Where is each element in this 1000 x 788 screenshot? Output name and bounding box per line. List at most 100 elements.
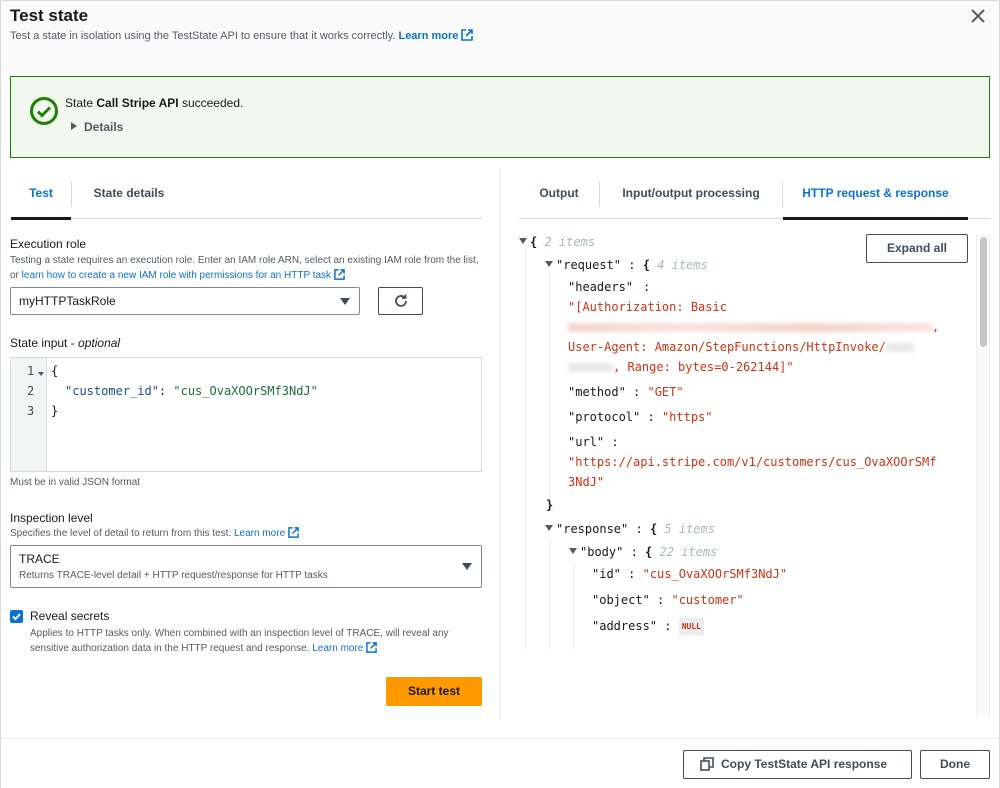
inspection-level-value: TRACE xyxy=(19,552,60,566)
reveal-secrets-checkbox[interactable] xyxy=(10,610,23,623)
scrollbar-track[interactable] xyxy=(976,234,990,717)
inspection-level-value-description: Returns TRACE-level detail + HTTP reques… xyxy=(19,570,328,581)
close-brace: } xyxy=(546,498,554,512)
reveal-secrets-desc-text: Applies to HTTP tasks only. When combine… xyxy=(30,628,449,654)
json-key: "id" xyxy=(592,567,621,581)
alert-prefix: State xyxy=(65,96,97,110)
tree-node-object: "object" : "customer" xyxy=(592,593,744,607)
copy-teststate-response-button[interactable]: Copy TestState API response xyxy=(683,750,912,779)
item-count: 4 items xyxy=(657,258,708,272)
json-key: "address" xyxy=(592,619,658,633)
alert-message: State Call Stripe API succeeded. xyxy=(65,96,243,110)
close-button[interactable] xyxy=(969,7,987,25)
open-brace: { xyxy=(642,258,650,272)
item-count: 22 items xyxy=(659,545,718,559)
optional-label: optional xyxy=(78,336,121,350)
redacted-text xyxy=(568,323,932,332)
user-agent-text: User-Agent: Amazon/StepFunctions/HttpInv… xyxy=(568,340,886,354)
tree-guide xyxy=(549,539,550,649)
json-string-value: 3NdJ" xyxy=(568,475,605,489)
json-colon: : xyxy=(643,280,651,294)
copy-button-label: Copy TestState API response xyxy=(721,757,888,771)
create-iam-role-link[interactable]: learn how to create a new IAM role with … xyxy=(21,269,345,281)
modal-title: Test state xyxy=(10,6,89,25)
state-input-editor[interactable]: 1 2 3 { "customer_id": "cus_OvaXOOrSMf3N… xyxy=(10,357,482,472)
collapse-triangle-icon[interactable] xyxy=(545,261,553,267)
json-key: "customer_id" xyxy=(65,384,159,398)
json-string-value: "cus_OvaXOOrSMf3NdJ" xyxy=(642,567,788,581)
code-line: } xyxy=(51,404,59,418)
json-key: "object" xyxy=(592,593,650,607)
alert-suffix: succeeded. xyxy=(178,96,244,110)
tree-node-protocol: "protocol" : "https" xyxy=(568,410,713,424)
state-input-label-text: State input - xyxy=(10,336,79,350)
learn-more-label: Learn more xyxy=(312,643,364,654)
done-button[interactable]: Done xyxy=(920,750,990,779)
json-string-value: "https" xyxy=(661,410,713,424)
create-iam-role-label: learn how to create a new IAM role with … xyxy=(21,270,332,281)
execution-role-select[interactable]: myHTTPTaskRole xyxy=(10,287,360,315)
fold-icon[interactable] xyxy=(38,372,44,376)
tree-node-request: "request" : { 4 items xyxy=(545,258,708,272)
start-test-button[interactable]: Start test xyxy=(386,677,482,706)
caret-down-icon xyxy=(462,563,472,570)
editor-gutter: 1 2 3 xyxy=(11,358,47,471)
tree-node-root: { 2 items xyxy=(519,235,595,249)
tab-http-request-response[interactable]: HTTP request & response xyxy=(783,171,968,220)
copy-icon xyxy=(700,757,714,771)
json-tree-viewer: { 2 items "request" : { 4 items "headers… xyxy=(519,229,979,649)
inspection-learn-more-link[interactable]: Learn more xyxy=(234,527,299,539)
inspection-level-label: Inspection level xyxy=(10,511,93,525)
tab-test[interactable]: Test xyxy=(11,171,71,220)
execution-role-description: Testing a state requires an execution ro… xyxy=(10,253,480,283)
json-value: "cus_OvaXOOrSMf3NdJ" xyxy=(173,384,318,398)
json-key: "method" xyxy=(568,385,626,399)
close-icon xyxy=(971,9,985,23)
json-string-value: User-Agent: Amazon/StepFunctions/HttpInv… xyxy=(568,340,914,354)
open-brace: { xyxy=(530,235,538,249)
execution-role-value: myHTTPTaskRole xyxy=(19,294,116,308)
tree-guide xyxy=(525,249,526,649)
inspection-level-select[interactable]: TRACE Returns TRACE-level detail + HTTP … xyxy=(10,545,482,588)
open-brace: { xyxy=(645,545,653,559)
code-line: { xyxy=(51,364,59,378)
refresh-button[interactable] xyxy=(378,287,423,315)
external-link-icon xyxy=(288,527,299,538)
check-circle-icon xyxy=(30,97,58,125)
modal-header: Test state Test a state in isolation usi… xyxy=(1,1,999,74)
modal-footer: Copy TestState API response Done xyxy=(1,738,999,788)
json-string-value: "[Authorization: Basic xyxy=(568,300,727,314)
range-text: , Range: bytes=0-262144]" xyxy=(613,360,794,374)
tab-output[interactable]: Output xyxy=(519,171,599,219)
json-string-value: , Range: bytes=0-262144]" xyxy=(568,360,794,374)
state-input-hint: Must be in valid JSON format xyxy=(10,477,141,488)
details-expander[interactable]: Details xyxy=(71,120,123,134)
caret-right-icon xyxy=(71,122,77,130)
checkmark-icon xyxy=(12,613,21,621)
json-key: "body" xyxy=(580,545,624,559)
item-count: 2 items xyxy=(544,235,596,249)
alert-state-name: Call Stripe API xyxy=(96,96,179,110)
external-link-icon xyxy=(334,269,345,280)
collapse-triangle-icon[interactable] xyxy=(519,238,527,244)
json-key: "headers" xyxy=(568,280,634,294)
inspection-level-desc-text: Specifies the level of detail to return … xyxy=(10,528,232,539)
collapse-triangle-icon[interactable] xyxy=(545,525,553,531)
tab-state-details[interactable]: State details xyxy=(72,171,186,219)
external-link-icon xyxy=(461,29,474,41)
expand-all-button[interactable]: Expand all xyxy=(866,234,968,263)
learn-more-link[interactable]: Learn more xyxy=(398,29,474,42)
tab-input-output-processing[interactable]: Input/output processing xyxy=(600,171,782,219)
collapse-triangle-icon[interactable] xyxy=(569,548,577,554)
reveal-secrets-label: Reveal secrets xyxy=(30,609,110,623)
external-link-icon xyxy=(366,642,378,653)
right-tabs: Output Input/output processing HTTP requ… xyxy=(519,171,990,220)
tree-node-response: "response" : { 5 items xyxy=(545,522,715,536)
result-panel: Output Input/output processing HTTP requ… xyxy=(501,171,999,719)
scrollbar-thumb[interactable] xyxy=(980,237,987,347)
open-brace: { xyxy=(649,522,658,536)
json-key: "url" xyxy=(568,435,605,449)
json-separator: : xyxy=(158,384,174,398)
reveal-learn-more-link[interactable]: Learn more xyxy=(312,642,378,654)
left-tabs: Test State details xyxy=(11,171,482,220)
